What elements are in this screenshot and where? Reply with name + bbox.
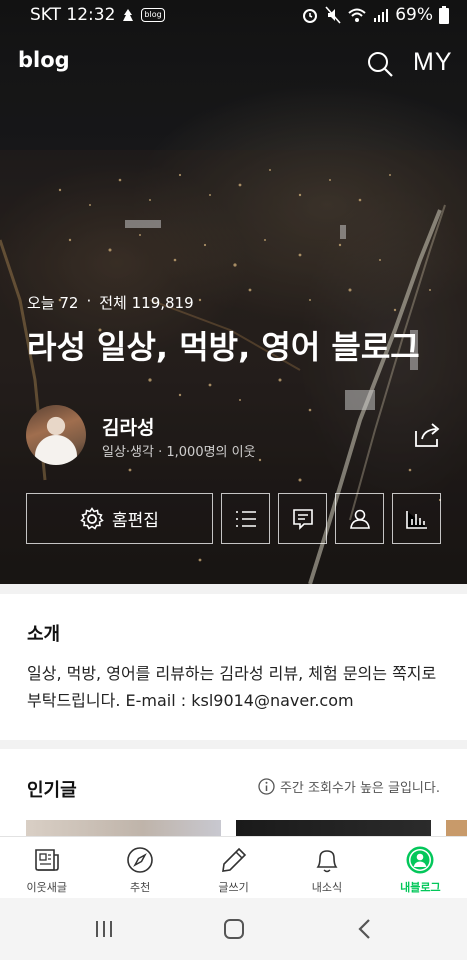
back-icon[interactable] <box>352 916 378 942</box>
bar-chart-icon <box>405 510 427 529</box>
share-icon[interactable] <box>412 421 442 449</box>
intro-text: 일상, 먹방, 영어를 리뷰하는 김라성 리뷰, 체험 문의는 쪽지로 부탁드립… <box>27 664 437 710</box>
bottom-nav: 이웃새글 추천 글쓰기 내소식 내블로그 <box>0 836 467 898</box>
pencil-icon <box>221 847 246 872</box>
compass-icon <box>127 847 153 873</box>
blog-cover: SKT 12:32 blog 69% blog MY 오늘 72 · 전체 11… <box>0 0 467 584</box>
blog-title: 라성 일상, 먹방, 영어 블로그 <box>27 328 420 366</box>
popular-section: 인기글 주간 조회수가 높은 글입니다. <box>0 749 467 839</box>
battery-icon <box>439 6 449 24</box>
nav-notifications[interactable]: 내소식 <box>280 837 373 898</box>
blog-logo[interactable]: blog <box>18 48 70 72</box>
neighbors-button[interactable] <box>335 493 384 544</box>
search-icon[interactable] <box>367 51 393 77</box>
popular-note-text: 주간 조회수가 높은 글입니다. <box>279 781 440 796</box>
profile-name[interactable]: 김라성 <box>102 413 154 440</box>
signal-icon <box>374 9 389 22</box>
stats-separator: · <box>86 292 92 310</box>
home-icon[interactable] <box>221 916 247 942</box>
section-divider <box>0 584 467 594</box>
stats-button[interactable] <box>392 493 441 544</box>
nav-neighbor-posts[interactable]: 이웃새글 <box>0 837 93 898</box>
bell-icon <box>316 850 338 873</box>
nav-my-blog[interactable]: 내블로그 <box>374 837 467 898</box>
profile-subtitle: 일상·생각 · 1,000명의 이웃 <box>102 445 256 460</box>
news-icon <box>34 849 59 871</box>
home-edit-label: 홈편집 <box>112 511 159 531</box>
wifi-icon <box>348 8 366 22</box>
status-bar: SKT 12:32 blog 69% <box>0 0 467 32</box>
person-icon <box>349 509 370 529</box>
gear-icon <box>80 506 104 530</box>
nav-label: 이웃새글 <box>26 881 67 894</box>
nav-label: 내소식 <box>311 881 343 894</box>
comment-icon <box>292 508 313 530</box>
popular-note: 주간 조회수가 높은 글입니다. <box>258 777 440 796</box>
guestbook-button[interactable] <box>278 493 327 544</box>
intro-section: 소개 일상, 먹방, 영어를 리뷰하는 김라성 리뷰, 체험 문의는 쪽지로 부… <box>0 594 467 740</box>
notification-icon <box>123 9 134 21</box>
nav-label: 추천 <box>129 881 151 894</box>
avatar[interactable] <box>26 405 86 465</box>
post-list-button[interactable] <box>221 493 270 544</box>
nav-recommend[interactable]: 추천 <box>93 837 186 898</box>
list-icon <box>235 510 256 527</box>
blog-badge: blog <box>141 8 165 22</box>
mute-icon <box>325 6 341 24</box>
total-count: 전체 119,819 <box>99 294 194 312</box>
popular-heading: 인기글 <box>27 780 77 801</box>
section-divider <box>0 740 467 749</box>
battery-percent: 69% <box>395 5 433 25</box>
carrier-time: SKT 12:32 <box>30 5 116 25</box>
alarm-icon <box>303 9 318 23</box>
nav-label: 글쓰기 <box>218 881 249 894</box>
intro-heading: 소개 <box>27 624 61 645</box>
system-nav-bar <box>0 898 467 960</box>
profile-icon <box>406 846 434 874</box>
info-icon <box>258 778 275 795</box>
nav-write[interactable]: 글쓰기 <box>187 837 280 898</box>
nav-label: 내블로그 <box>400 881 441 894</box>
today-count: 오늘 72 <box>27 294 79 312</box>
home-edit-button[interactable]: 홈편집 <box>26 493 213 544</box>
recent-apps-icon[interactable] <box>91 916 117 942</box>
my-button[interactable]: MY <box>413 48 453 77</box>
visitor-stats: 오늘 72 · 전체 119,819 <box>27 292 194 313</box>
